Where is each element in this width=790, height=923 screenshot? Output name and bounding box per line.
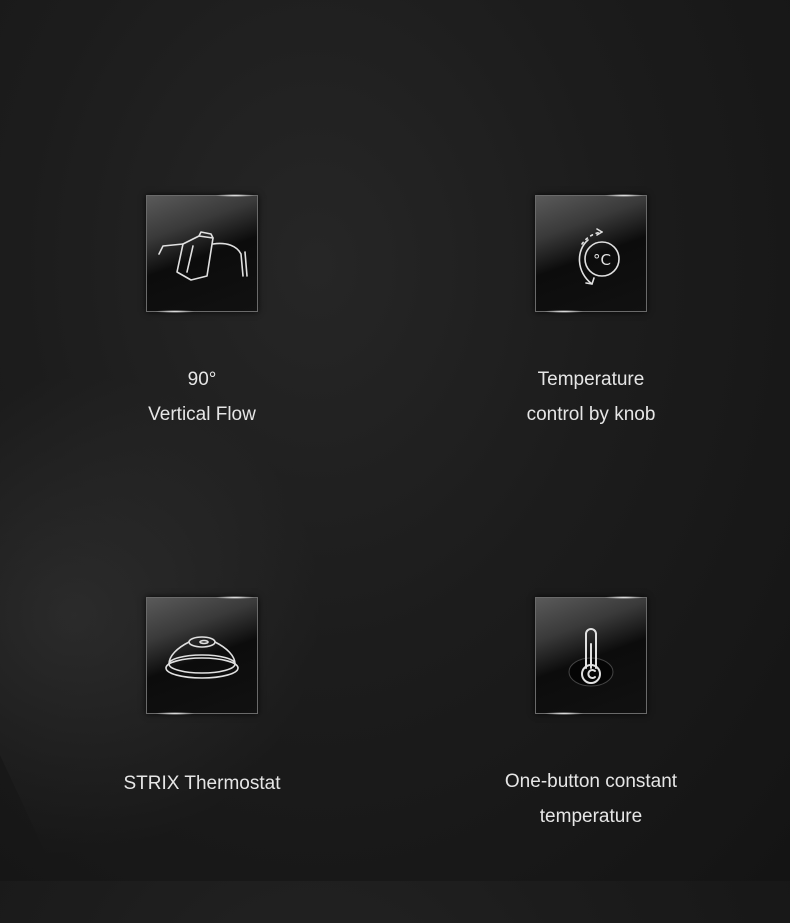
feature-label-line2: Vertical Flow (148, 404, 256, 425)
icon-tile: °C (535, 194, 647, 313)
feature-label: One-button constant temperature (441, 764, 741, 834)
feature-label-line1: 90° (187, 369, 217, 390)
icon-tile (146, 194, 258, 313)
feature-temperature-control: °C Temperature control by knob (441, 194, 741, 432)
icon-tile (535, 596, 647, 715)
thermometer-button-icon (568, 628, 614, 687)
feature-label-line1: STRIX Thermostat (123, 773, 281, 794)
feature-label: STRIX Thermostat (52, 766, 352, 801)
feature-label-line1: Temperature (537, 369, 645, 390)
feature-label-line2: control by knob (526, 404, 656, 425)
feature-one-button-constant-temperature: One-button constant temperature (441, 596, 741, 834)
celsius-text: °C (593, 251, 611, 269)
feature-label-line1: One-button constant (504, 771, 678, 792)
feature-label: Temperature control by knob (441, 362, 741, 432)
feature-label: 90° Vertical Flow (52, 362, 352, 432)
feature-vertical-flow: 90° Vertical Flow (52, 194, 352, 432)
thermostat-icon (165, 636, 239, 679)
gooseneck-kettle-icon (158, 231, 248, 281)
feature-label-line2: temperature (539, 806, 643, 827)
icon-tile (146, 596, 258, 715)
temperature-knob-icon: °C (578, 228, 620, 285)
feature-strix-thermostat: STRIX Thermostat (52, 596, 352, 801)
